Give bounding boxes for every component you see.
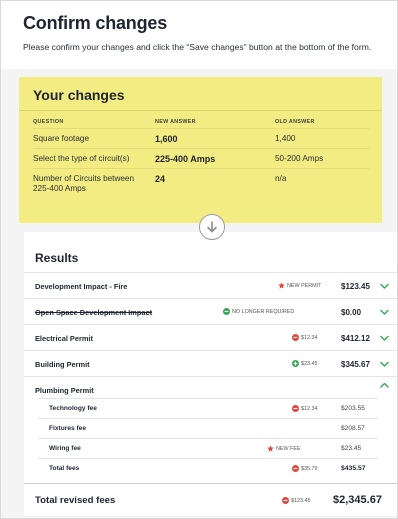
permit-amount: $345.67	[341, 360, 370, 369]
fee-amount: $435.57	[341, 465, 366, 472]
change-badge: NEW FEE	[267, 445, 301, 452]
column-header-old-answer: OLD ANSWER	[275, 119, 315, 125]
change-badge: $123.45	[282, 497, 311, 504]
fee-name: Fixtures fee	[49, 425, 87, 432]
chevron-down-icon[interactable]	[380, 361, 389, 367]
your-changes-title: Your changes	[33, 87, 125, 103]
change-row: Select the type of circuit(s) 225-400 Am…	[33, 148, 369, 168]
your-changes-card: Your changes QUESTION NEW ANSWER OLD ANS…	[19, 77, 382, 223]
results-title: Results	[35, 251, 79, 265]
fee-amount: $23.45	[341, 445, 362, 452]
change-badge: NEW PERMIT	[278, 282, 321, 289]
permit-name: Building Permit	[35, 360, 90, 369]
arrow-down-circle-icon	[199, 214, 225, 240]
chevron-down-icon[interactable]	[380, 335, 389, 341]
total-revised-fees-row: Total revised fees $123.45 $2,345.67	[24, 483, 397, 516]
permit-row[interactable]: Electrical Permit $12.34 $412.12	[24, 324, 397, 350]
decrease-icon	[292, 405, 299, 412]
badge-text: NEW PERMIT	[287, 282, 322, 289]
fee-amount: $208.57	[341, 425, 365, 432]
minus-circle-icon	[223, 308, 230, 315]
change-badge: $35.79	[292, 465, 318, 472]
change-question: Select the type of circuit(s)	[33, 154, 130, 163]
fee-detail-row: Wiring fee NEW FEE $23.45	[38, 438, 378, 458]
column-header-new-answer: NEW ANSWER	[155, 119, 196, 125]
decrease-icon	[292, 465, 299, 472]
permit-amount: $123.45	[341, 282, 370, 291]
decrease-icon	[292, 334, 299, 341]
chevron-down-icon[interactable]	[380, 283, 389, 289]
page-header: Confirm changes Please confirm your chan…	[1, 1, 397, 69]
change-old-answer: n/a	[275, 174, 287, 183]
results-card: Results Development Impact - Fire NEW PER…	[24, 232, 397, 516]
chevron-down-icon[interactable]	[380, 309, 389, 315]
fee-name: Technology fee	[49, 405, 97, 412]
chevron-up-icon[interactable]	[380, 382, 389, 388]
badge-text: $123.45	[291, 497, 311, 504]
fee-detail-row: Fixtures fee $208.57	[38, 418, 378, 438]
change-old-answer: 1,400	[275, 134, 296, 143]
badge-text: $12.34	[301, 334, 318, 341]
confirm-changes-page: Confirm changes Please confirm your chan…	[0, 0, 398, 519]
permit-amount: $412.12	[341, 334, 370, 343]
change-badge: $12.34	[292, 334, 318, 341]
permit-row[interactable]: Open Space Development Impact NO LONGER R…	[24, 298, 397, 324]
change-question: Square footage	[33, 134, 89, 143]
badge-text: $35.79	[301, 465, 318, 472]
star-icon	[278, 282, 285, 289]
permit-name: Development Impact - Fire	[35, 282, 128, 291]
permit-name: Open Space Development Impact	[35, 308, 153, 317]
permit-name: Plumbing Permit	[35, 386, 94, 395]
badge-text: $23.45	[301, 360, 318, 367]
divider	[19, 110, 382, 111]
change-question: Number of Circuits between 225-400 Amps	[33, 174, 135, 193]
badge-text: NEW FEE	[276, 445, 301, 452]
decrease-icon	[282, 497, 289, 504]
change-new-answer: 1,600	[155, 134, 178, 144]
total-amount: $2,345.67	[333, 494, 382, 506]
permit-row[interactable]: Development Impact - Fire NEW PERMIT $123.…	[24, 272, 397, 298]
column-header-question: QUESTION	[33, 119, 64, 125]
change-badge: NO LONGER REQUIRED	[223, 308, 294, 315]
change-row: Number of Circuits between 225-400 Amps …	[33, 168, 369, 204]
permit-row[interactable]: Building Permit $23.45 $345.67	[24, 350, 397, 376]
fee-name: Total fees	[49, 465, 80, 472]
star-icon	[267, 445, 274, 452]
badge-text: $12.34	[301, 405, 318, 412]
change-new-answer: 24	[155, 174, 166, 184]
change-badge: $23.45	[292, 360, 318, 367]
fee-detail-row: Total fees $35.79 $435.57	[38, 458, 378, 478]
fee-amount: $203.55	[341, 405, 365, 412]
change-old-answer: 50-200 Amps	[275, 154, 324, 163]
change-new-answer: 225-400 Amps	[155, 154, 216, 164]
change-row: Square footage 1,600 1,400	[33, 128, 369, 148]
permit-name: Electrical Permit	[35, 334, 93, 343]
fee-detail-row: Technology fee $12.34 $203.55	[38, 398, 378, 418]
total-label: Total revised fees	[35, 495, 116, 506]
change-badge: $12.34	[292, 405, 318, 412]
page-subtitle: Please confirm your changes and click th…	[23, 42, 372, 52]
permit-amount: $0.00	[341, 308, 362, 317]
fee-name: Wiring fee	[49, 445, 81, 452]
badge-text: NO LONGER REQUIRED	[232, 308, 295, 315]
page-title: Confirm changes	[23, 13, 168, 33]
increase-icon	[292, 360, 299, 367]
